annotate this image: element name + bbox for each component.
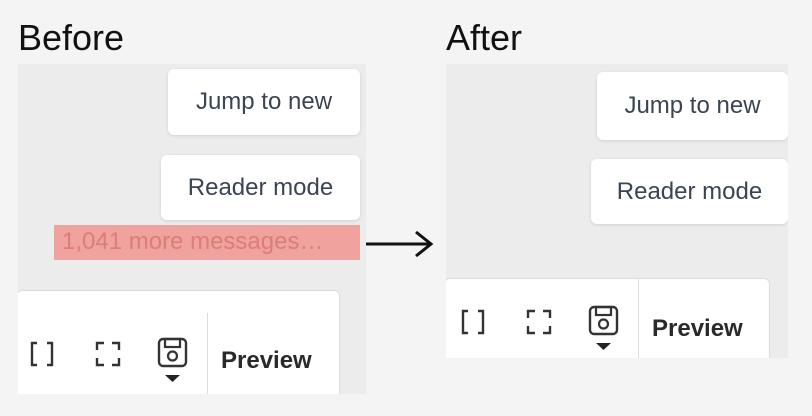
after-panel: Jump to new Reader mode Preview <box>446 64 788 358</box>
jump-to-new-button[interactable]: Jump to new <box>168 69 360 135</box>
more-messages-label[interactable]: 1,041 more messages… <box>54 225 360 260</box>
jump-to-new-button[interactable]: Jump to new <box>597 72 788 140</box>
fullscreen-icon[interactable] <box>524 307 554 337</box>
save-icon[interactable] <box>587 305 621 351</box>
save-icon[interactable] <box>156 337 190 383</box>
toolbar-divider <box>638 279 639 358</box>
reader-mode-button[interactable]: Reader mode <box>161 155 360 220</box>
preview-tab[interactable]: Preview <box>652 315 743 343</box>
before-panel: Jump to new Reader mode 1,041 more messa… <box>18 64 366 394</box>
before-editor-toolbar: Preview <box>18 290 340 394</box>
preview-tab[interactable]: Preview <box>221 347 312 375</box>
bracket-icon[interactable] <box>27 339 57 369</box>
before-heading: Before <box>18 17 125 58</box>
after-editor-toolbar: Preview <box>446 278 770 358</box>
after-heading: After <box>446 17 523 58</box>
arrow-right-icon <box>366 230 434 258</box>
bracket-icon[interactable] <box>458 307 488 337</box>
toolbar-divider <box>207 313 208 394</box>
reader-mode-button[interactable]: Reader mode <box>591 159 788 224</box>
fullscreen-icon[interactable] <box>93 339 123 369</box>
